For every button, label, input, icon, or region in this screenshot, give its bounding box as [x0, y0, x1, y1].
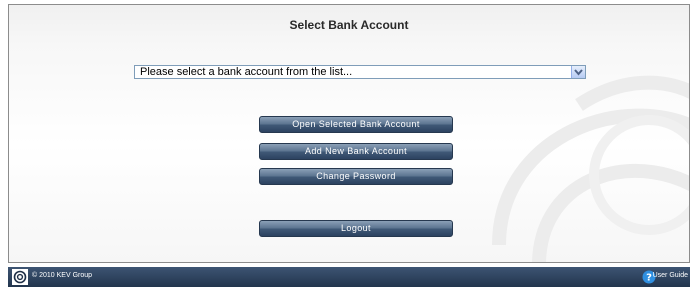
kev-logo-icon	[12, 269, 28, 285]
add-new-bank-account-button[interactable]: Add New Bank Account	[259, 143, 453, 160]
user-guide-link[interactable]: User Guide	[653, 272, 688, 279]
footer-bar: © 2010 KEV Group ? User Guide	[8, 267, 690, 287]
page-title: Select Bank Account	[289, 18, 409, 32]
chevron-down-icon	[574, 69, 583, 76]
copyright-text: © 2010 KEV Group	[32, 272, 93, 279]
bank-account-select-value: Please select a bank account from the li…	[140, 66, 353, 78]
main-panel: Select Bank Account Please select a bank…	[8, 4, 690, 263]
open-selected-bank-account-button[interactable]: Open Selected Bank Account	[259, 116, 453, 133]
select-dropdown-button[interactable]	[571, 66, 585, 78]
logout-button[interactable]: Logout	[259, 220, 453, 237]
bank-account-select[interactable]: Please select a bank account from the li…	[134, 65, 586, 79]
change-password-button[interactable]: Change Password	[259, 168, 453, 185]
svg-text:?: ?	[646, 273, 652, 284]
